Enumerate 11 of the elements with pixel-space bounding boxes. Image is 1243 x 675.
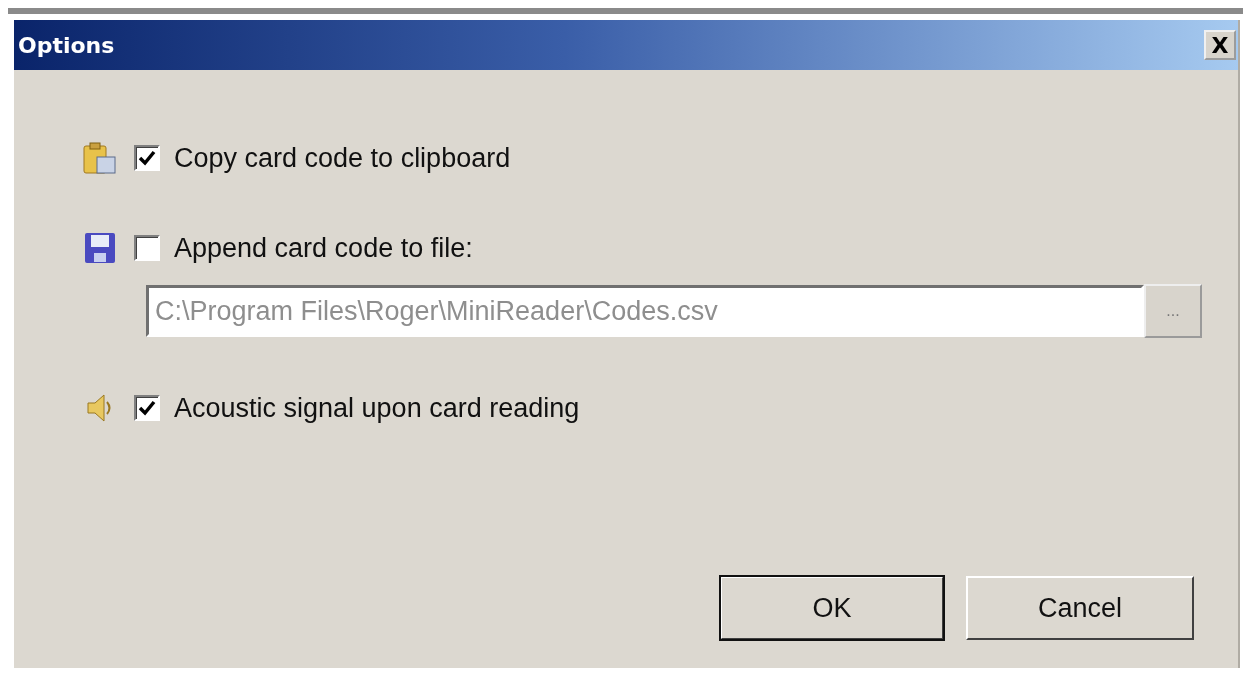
ok-button[interactable]: OK xyxy=(720,576,944,640)
checkbox[interactable] xyxy=(134,395,160,421)
option-label: Append card code to file: xyxy=(174,232,473,264)
clipboard-icon xyxy=(82,141,118,175)
option-label: Copy card code to clipboard xyxy=(174,142,511,174)
checkbox[interactable] xyxy=(134,235,160,261)
window-title: Options xyxy=(18,32,115,58)
checkbox[interactable] xyxy=(134,145,160,171)
cancel-button[interactable]: Cancel xyxy=(966,576,1194,640)
option-label: Acoustic signal upon card reading xyxy=(174,392,580,424)
close-button[interactable]: X xyxy=(1204,30,1236,60)
